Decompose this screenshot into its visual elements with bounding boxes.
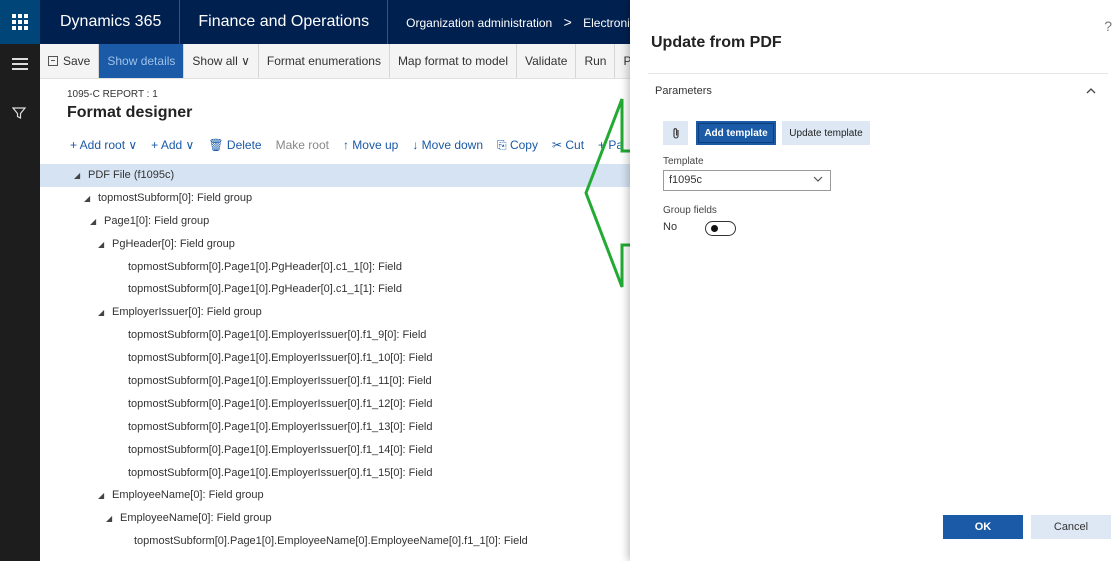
update-from-pdf-dialog: ? Update from PDF Parameters Add templat… xyxy=(630,0,1118,561)
template-label: Template xyxy=(663,156,704,167)
tree-node-label: topmostSubform[0].Page1[0].EmployeeName[… xyxy=(134,535,528,548)
ok-button[interactable]: OK xyxy=(943,515,1023,539)
format-tree: ◢ PDF File (f1095c) ◢ topmostSubform[0]: F… xyxy=(40,164,630,553)
group-fields-value: No xyxy=(663,221,678,233)
cancel-button[interactable]: Cancel xyxy=(1031,515,1111,539)
add-template-button[interactable]: Add template xyxy=(696,121,776,145)
dialog-divider xyxy=(648,73,1108,74)
tree-node-label: PDF File (f1095c) xyxy=(88,169,175,181)
attach-button[interactable] xyxy=(663,121,688,145)
update-template-button[interactable]: Update template xyxy=(782,121,870,145)
save-icon xyxy=(48,56,58,66)
help-icon[interactable]: ? xyxy=(1104,18,1112,34)
navigation-rail xyxy=(0,44,40,561)
app-launcher-icon[interactable] xyxy=(0,0,40,44)
template-select-value: f1095c xyxy=(669,174,703,186)
tree-node-label: topmostSubform[0].Page1[0].EmployerIssue… xyxy=(128,466,433,479)
run-button[interactable]: Run xyxy=(576,44,616,78)
delete-button[interactable]: 🗑 Delete xyxy=(208,138,261,153)
tree-node-label: topmostSubform[0].Page1[0].EmployerIssue… xyxy=(128,352,433,365)
make-root-button[interactable]: Make root xyxy=(276,138,329,153)
save-button[interactable]: Save xyxy=(40,44,100,78)
module-name[interactable]: Finance and Operations xyxy=(180,0,389,44)
show-details-button[interactable]: Show details xyxy=(99,44,185,78)
tree-node[interactable]: topmostSubform[0].Page1[0].EmployerIssue… xyxy=(40,370,630,393)
brand-name[interactable]: Dynamics 365 xyxy=(40,0,181,44)
format-designer-panel: 1095-C REPORT : 1 Format designer + Add … xyxy=(40,80,630,561)
tree-node-label: PgHeader[0]: Field group xyxy=(112,237,235,250)
collapse-triangle-icon[interactable]: ◢ xyxy=(90,211,104,234)
tree-node[interactable]: topmostSubform[0].Page1[0].EmployerIssue… xyxy=(40,462,630,485)
template-select[interactable]: f1095c xyxy=(663,170,831,191)
tree-node[interactable]: topmostSubform[0].Page1[0].EmployerIssue… xyxy=(40,324,630,347)
collapse-triangle-icon[interactable]: ◢ xyxy=(98,234,112,257)
tree-node[interactable]: topmostSubform[0].Page1[0].EmployerIssue… xyxy=(40,347,630,370)
collapse-triangle-icon[interactable]: ◢ xyxy=(98,485,112,508)
collapse-triangle-icon[interactable]: ◢ xyxy=(84,188,98,211)
tree-node-label: EmployeeName[0]: Field group xyxy=(120,512,272,525)
page-title: Format designer xyxy=(67,104,193,121)
tree-node-label: Page1[0]: Field group xyxy=(104,214,210,227)
report-label: 1095-C REPORT : 1 xyxy=(67,89,158,100)
tree-node[interactable]: topmostSubform[0].Page1[0].EmployerIssue… xyxy=(40,393,630,416)
validate-button[interactable]: Validate xyxy=(517,44,577,78)
tree-node[interactable]: topmostSubform[0].Page1[0].PgHeader[0].c… xyxy=(40,278,630,301)
format-enumerations-button[interactable]: Format enumerations xyxy=(259,44,390,78)
tree-node[interactable]: topmostSubform[0].Page1[0].EmployerIssue… xyxy=(40,416,630,439)
tree-node[interactable]: topmostSubform[0].Page1[0].EmployerIssue… xyxy=(40,439,630,462)
collapse-triangle-icon[interactable]: ◢ xyxy=(98,302,112,325)
designer-command-bar: + Add root ∨ + Add ∨ 🗑 Delete Make root … xyxy=(70,138,623,153)
tree-node[interactable]: ◢ Page1[0]: Field group xyxy=(40,210,630,233)
parameters-section-header[interactable]: Parameters xyxy=(655,85,712,97)
tree-node-label: topmostSubform[0].Page1[0].PgHeader[0].c… xyxy=(128,283,402,296)
tree-node-label: topmostSubform[0]: Field group xyxy=(98,191,253,204)
tree-node[interactable]: ◢ PDF File (f1095c) xyxy=(40,164,630,187)
hamburger-menu-icon[interactable] xyxy=(12,58,28,73)
tree-node[interactable]: topmostSubform[0].Page1[0].EmployeeName[… xyxy=(40,530,630,553)
group-fields-toggle[interactable] xyxy=(705,221,736,236)
group-fields-label: Group fields xyxy=(663,205,717,216)
tree-node[interactable]: ◢ topmostSubform[0]: Field group xyxy=(40,187,630,210)
chevron-down-icon xyxy=(813,173,823,185)
tree-node-label: topmostSubform[0].Page1[0].EmployerIssue… xyxy=(128,420,433,433)
tree-node-label: topmostSubform[0].Page1[0].EmployerIssue… xyxy=(128,329,427,342)
tree-node-label: topmostSubform[0].Page1[0].EmployerIssue… xyxy=(128,397,433,410)
tree-node-label: EmployeeName[0]: Field group xyxy=(112,489,264,502)
tree-node[interactable]: ◢ EmployeeName[0]: Field group xyxy=(40,507,630,530)
breadcrumb-org-admin[interactable]: Organization administration xyxy=(406,16,552,30)
copy-button[interactable]: ⎘ Copy xyxy=(497,138,538,153)
breadcrumb-separator: > xyxy=(563,14,572,30)
toggle-knob xyxy=(711,225,718,232)
save-label: Save xyxy=(63,54,91,68)
map-format-to-model-button[interactable]: Map format to model xyxy=(390,44,517,78)
tree-node[interactable]: ◢ PgHeader[0]: Field group xyxy=(40,233,630,256)
tree-node[interactable]: ◢ EmployerIssuer[0]: Field group xyxy=(40,301,630,324)
show-all-button[interactable]: Show all ∨ xyxy=(184,44,259,78)
chevron-up-icon[interactable] xyxy=(1086,84,1096,98)
tree-node[interactable]: ◢ EmployeeName[0]: Field group xyxy=(40,484,630,507)
add-button[interactable]: + Add ∨ xyxy=(151,138,194,153)
move-up-button[interactable]: ↑ Move up xyxy=(343,138,398,153)
collapse-triangle-icon[interactable]: ◢ xyxy=(106,508,120,531)
tree-node-label: EmployerIssuer[0]: Field group xyxy=(112,306,262,319)
tree-node-label: topmostSubform[0].Page1[0].PgHeader[0].c… xyxy=(128,260,402,273)
collapse-triangle-icon[interactable]: ◢ xyxy=(74,165,88,188)
paperclip-icon xyxy=(672,127,679,139)
dialog-title: Update from PDF xyxy=(651,34,782,51)
tree-node-label: topmostSubform[0].Page1[0].EmployerIssue… xyxy=(128,443,433,456)
tree-node-label: topmostSubform[0].Page1[0].EmployerIssue… xyxy=(128,375,432,388)
move-down-button[interactable]: ↓ Move down xyxy=(412,138,483,153)
add-root-button[interactable]: + Add root ∨ xyxy=(70,138,137,153)
tree-node[interactable]: topmostSubform[0].Page1[0].PgHeader[0].c… xyxy=(40,256,630,279)
filter-icon[interactable] xyxy=(11,106,27,125)
